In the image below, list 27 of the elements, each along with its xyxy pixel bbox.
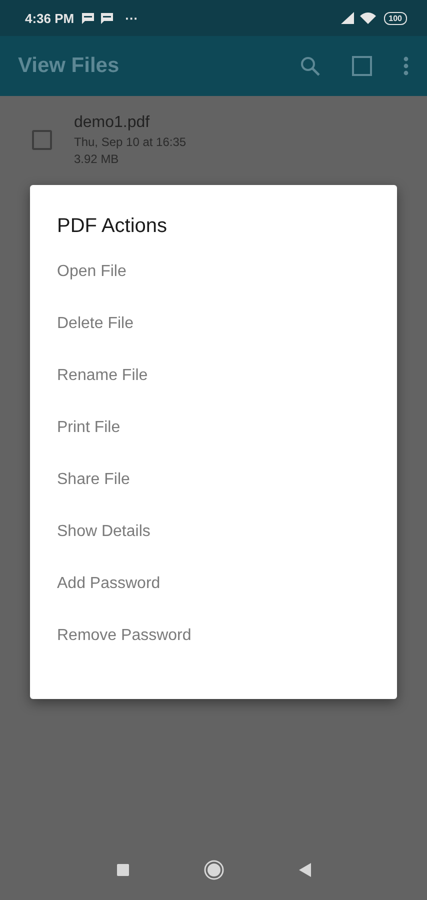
recents-icon[interactable]	[116, 863, 130, 877]
file-date: Thu, Sep 10 at 16:35	[74, 135, 186, 149]
signal-icon	[340, 12, 355, 24]
file-size: 3.92 MB	[74, 152, 120, 166]
action-item[interactable]: Delete File	[57, 308, 371, 360]
wifi-icon	[360, 12, 376, 24]
select-all-icon[interactable]	[351, 55, 373, 77]
file-checkbox[interactable]	[32, 130, 52, 150]
action-item[interactable]: Open File	[57, 256, 371, 308]
search-icon[interactable]	[299, 55, 321, 77]
app-title: View Files	[18, 54, 120, 78]
message-icon	[100, 12, 114, 24]
message-icon	[81, 12, 96, 24]
back-icon[interactable]	[298, 862, 312, 878]
file-name: demo1.pdf	[74, 114, 151, 132]
action-item[interactable]: Show Details	[57, 516, 371, 568]
more-notifications: ···	[125, 10, 138, 26]
home-icon[interactable]	[204, 860, 224, 880]
dialog-title: PDF Actions	[57, 215, 168, 238]
action-item[interactable]: Remove Password	[57, 620, 371, 672]
menu-icon[interactable]	[403, 56, 409, 76]
status-time: 4:36 PM	[25, 10, 74, 26]
action-item[interactable]: Rename File	[57, 360, 371, 412]
battery-indicator: 100	[384, 12, 407, 24]
action-item[interactable]: Share File	[57, 464, 371, 516]
action-item[interactable]: Add Password	[57, 568, 371, 620]
action-item[interactable]: Print File	[57, 412, 371, 464]
